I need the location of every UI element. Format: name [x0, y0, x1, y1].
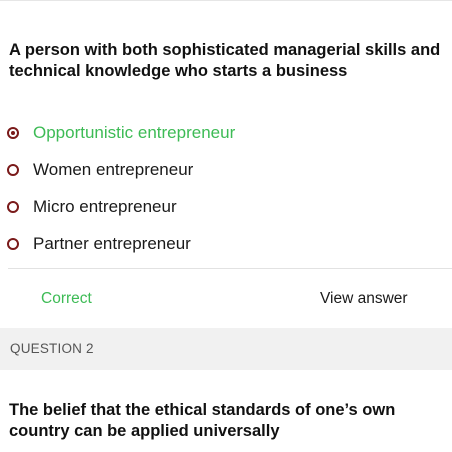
radio-icon[interactable]: [7, 201, 19, 213]
top-divider: [0, 0, 452, 1]
question-2-header: QUESTION 2: [0, 328, 452, 370]
option-micro-entrepreneur[interactable]: Micro entrepreneur: [0, 192, 452, 222]
option-women-entrepreneur[interactable]: Women entrepreneur: [0, 155, 452, 185]
option-label: Micro entrepreneur: [33, 197, 177, 216]
quiz-page: A person with both sophisticated manager…: [0, 0, 452, 452]
view-answer-button[interactable]: View answer: [320, 290, 408, 308]
answer-divider: [8, 268, 452, 269]
question-number-label: QUESTION 2: [10, 341, 94, 356]
question-2-text: The belief that the ethical standards of…: [9, 401, 396, 440]
option-opportunistic-entrepreneur[interactable]: Opportunistic entrepreneur: [0, 118, 452, 148]
radio-icon[interactable]: [7, 238, 19, 250]
option-label: Opportunistic entrepreneur: [33, 123, 236, 142]
radio-selected-icon[interactable]: [7, 127, 19, 139]
radio-icon[interactable]: [7, 164, 19, 176]
result-status: Correct: [41, 290, 92, 307]
question-1-text: A person with both sophisticated manager…: [9, 41, 441, 80]
option-partner-entrepreneur[interactable]: Partner entrepreneur: [0, 229, 452, 259]
option-label: Partner entrepreneur: [33, 234, 191, 253]
option-label: Women entrepreneur: [33, 160, 194, 179]
